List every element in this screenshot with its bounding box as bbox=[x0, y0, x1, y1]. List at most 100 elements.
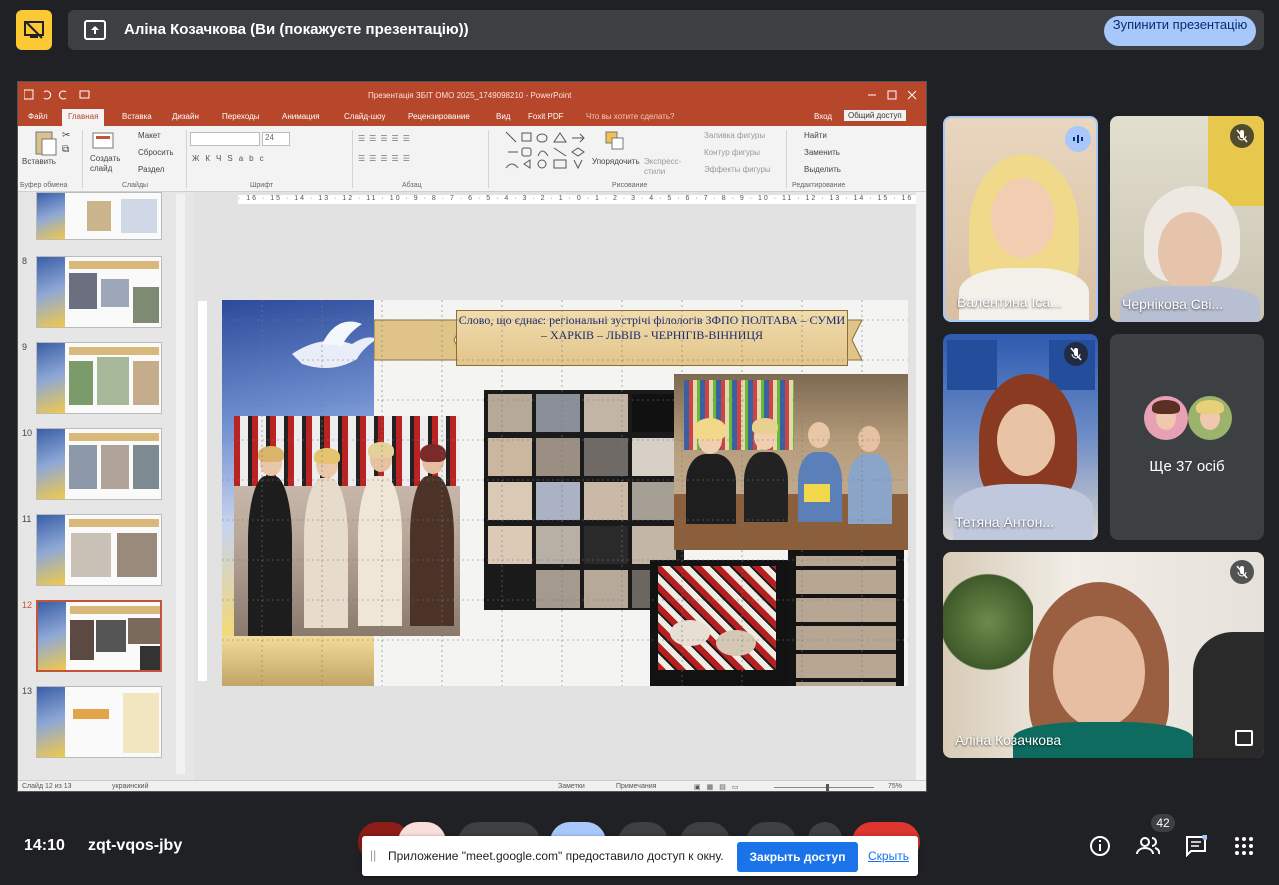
slide-thumbnail[interactable] bbox=[36, 428, 162, 500]
tab-animations[interactable]: Анимация bbox=[282, 112, 320, 121]
slide-thumbnail-selected[interactable] bbox=[36, 600, 162, 672]
window-controls-icon bbox=[868, 90, 917, 100]
zoom-slider[interactable] bbox=[774, 787, 874, 788]
group-slides: Слайды bbox=[122, 182, 149, 189]
comments-button[interactable]: Примечания bbox=[616, 783, 656, 790]
new-slide-button[interactable]: Создать слайд bbox=[90, 154, 124, 174]
pip-icon[interactable] bbox=[1235, 730, 1253, 746]
tab-view[interactable]: Вид bbox=[496, 112, 510, 121]
presentation-off-icon[interactable] bbox=[16, 10, 52, 50]
shape-effects-button[interactable]: Эффекты фигуры bbox=[704, 165, 771, 174]
tab-slideshow[interactable]: Слайд-шоу bbox=[344, 112, 385, 121]
sign-in-link[interactable]: Вход bbox=[814, 112, 832, 121]
participant-tile[interactable]: Чернікова Сві... bbox=[1110, 116, 1264, 322]
select-button[interactable]: Выделить bbox=[804, 165, 841, 174]
tell-me-search[interactable]: Что вы хотите сделать? bbox=[586, 112, 674, 121]
section-button[interactable]: Раздел bbox=[138, 165, 164, 174]
mic-off-icon bbox=[1230, 124, 1254, 148]
activities-grid-icon[interactable] bbox=[1232, 834, 1256, 858]
present-to-all-icon bbox=[84, 20, 106, 40]
ppt-ribbon: Вставить ✂ ⧉ Создать слайд Макет Сбросит… bbox=[18, 126, 926, 192]
thumbnail-number: 12 bbox=[22, 600, 33, 610]
tab-insert[interactable]: Вставка bbox=[122, 112, 152, 121]
tab-review[interactable]: Рецензирование bbox=[408, 112, 470, 121]
slide-thumbnail[interactable] bbox=[36, 342, 162, 414]
ppt-status-bar: Слайд 12 из 13 украинский Заметки Примеч… bbox=[18, 780, 926, 791]
group-font: Шрифт bbox=[250, 182, 274, 189]
participant-name: Тетяна Антон... bbox=[955, 514, 1054, 530]
paste-button[interactable]: Вставить bbox=[22, 157, 56, 166]
more-participants-tile[interactable]: Ще 37 осіб bbox=[1110, 334, 1264, 540]
slide-counter: Слайд 12 из 13 bbox=[22, 783, 72, 790]
people-icon[interactable] bbox=[1136, 834, 1160, 858]
arrange-button[interactable]: Упорядочить bbox=[592, 157, 640, 166]
group-drawing: Рисование bbox=[612, 182, 648, 189]
edit-scrollbar[interactable] bbox=[916, 192, 926, 780]
thumbnail-number: 11 bbox=[22, 514, 32, 524]
thumbnail-number: 8 bbox=[22, 256, 28, 266]
slide-thumbnail[interactable] bbox=[36, 514, 162, 586]
ppt-window-title: Презентація ЗБIТ ОМО 2025_1749098210 - P… bbox=[368, 91, 572, 100]
align-buttons[interactable]: ☰☰☰☰☰ bbox=[358, 154, 414, 163]
shape-fill-button[interactable]: Заливка фигуры bbox=[704, 131, 765, 140]
participant-name: Чернікова Сві... bbox=[1122, 296, 1224, 312]
language-indicator[interactable]: украинский bbox=[112, 783, 149, 790]
tab-home[interactable]: Главная bbox=[62, 109, 105, 126]
arrange-icon bbox=[605, 131, 624, 150]
cut-icon[interactable]: ✂ bbox=[62, 130, 70, 141]
font-size-select[interactable]: 24 bbox=[262, 132, 290, 146]
view-buttons[interactable]: ▣▦▤▭ bbox=[694, 783, 744, 791]
info-icon[interactable] bbox=[1088, 834, 1112, 858]
slide-thumbnail[interactable] bbox=[36, 192, 162, 240]
thumbnail-number: 10 bbox=[22, 428, 33, 438]
reset-button[interactable]: Сбросить bbox=[138, 148, 174, 157]
new-slide-icon bbox=[92, 132, 114, 149]
tab-transitions[interactable]: Переходы bbox=[222, 112, 260, 121]
participant-tile[interactable]: Тетяна Антон... bbox=[943, 334, 1098, 540]
participant-tile-self[interactable]: Аліна Козачкова bbox=[943, 552, 1264, 758]
participant-name: Валентина Іса... bbox=[957, 294, 1062, 310]
tab-file[interactable]: Файл bbox=[28, 112, 48, 121]
speaking-indicator-icon bbox=[1065, 126, 1091, 152]
copy-icon[interactable]: ⧉ bbox=[62, 144, 69, 155]
font-name-select[interactable] bbox=[190, 132, 260, 146]
horizontal-ruler: · 16 · 15 · 14 · 13 · 12 · 11 · 10 · 9 ·… bbox=[238, 195, 926, 204]
notes-button[interactable]: Заметки bbox=[558, 783, 585, 790]
paste-icon bbox=[35, 131, 57, 156]
tab-foxit[interactable]: Foxit PDF bbox=[528, 112, 564, 121]
stop-sharing-button[interactable]: Закрыть доступ bbox=[737, 842, 858, 872]
thumbnails-scrollbar[interactable] bbox=[176, 194, 185, 774]
mic-off-icon bbox=[1230, 560, 1254, 584]
tab-design[interactable]: Дизайн bbox=[172, 112, 199, 121]
quick-styles-button[interactable]: Экспресс-стили bbox=[644, 157, 684, 177]
meeting-code: zqt-vqos-jby bbox=[88, 837, 183, 854]
group-clipboard: Буфер обмена bbox=[20, 182, 68, 189]
find-button[interactable]: Найти bbox=[804, 131, 827, 140]
zoom-slider-thumb[interactable] bbox=[826, 784, 829, 791]
slide-thumbnails-panel: 8 9 10 11 12 13 bbox=[18, 192, 190, 780]
slide-thumbnail[interactable] bbox=[36, 686, 162, 758]
replace-button[interactable]: Заменить bbox=[804, 148, 840, 157]
group-paragraph: Абзац bbox=[402, 182, 422, 189]
zoom-level[interactable]: 75% bbox=[888, 783, 902, 790]
group-editing: Редактирование bbox=[792, 182, 846, 189]
layout-button[interactable]: Макет bbox=[138, 131, 161, 140]
stop-presenting-button[interactable]: Зупинити презентацію bbox=[1104, 16, 1256, 46]
participant-tile[interactable]: Валентина Іса... bbox=[943, 116, 1098, 322]
thumbnail-number: 13 bbox=[22, 686, 33, 696]
grid-guides bbox=[222, 300, 908, 686]
current-slide[interactable]: Слово, що єднає: регіональні зустрічі фі… bbox=[222, 300, 908, 686]
vertical-ruler bbox=[198, 301, 207, 681]
paragraph-buttons[interactable]: ☰☰☰☰☰ bbox=[358, 134, 414, 143]
font-format-buttons[interactable]: ЖКЧSabc bbox=[192, 154, 270, 163]
chat-icon[interactable] bbox=[1184, 834, 1208, 858]
hide-notification-link[interactable]: Скрыть bbox=[868, 849, 909, 863]
drag-handle-icon[interactable]: || bbox=[370, 848, 376, 862]
avatar bbox=[1144, 396, 1188, 440]
clock: 14:10 bbox=[24, 837, 65, 854]
shape-outline-button[interactable]: Контур фигуры bbox=[704, 148, 760, 157]
share-button[interactable]: Общий доступ bbox=[844, 110, 906, 121]
slide-thumbnail[interactable] bbox=[36, 256, 162, 328]
quick-access-icon bbox=[24, 89, 90, 100]
people-count-badge: 42 bbox=[1151, 814, 1175, 832]
